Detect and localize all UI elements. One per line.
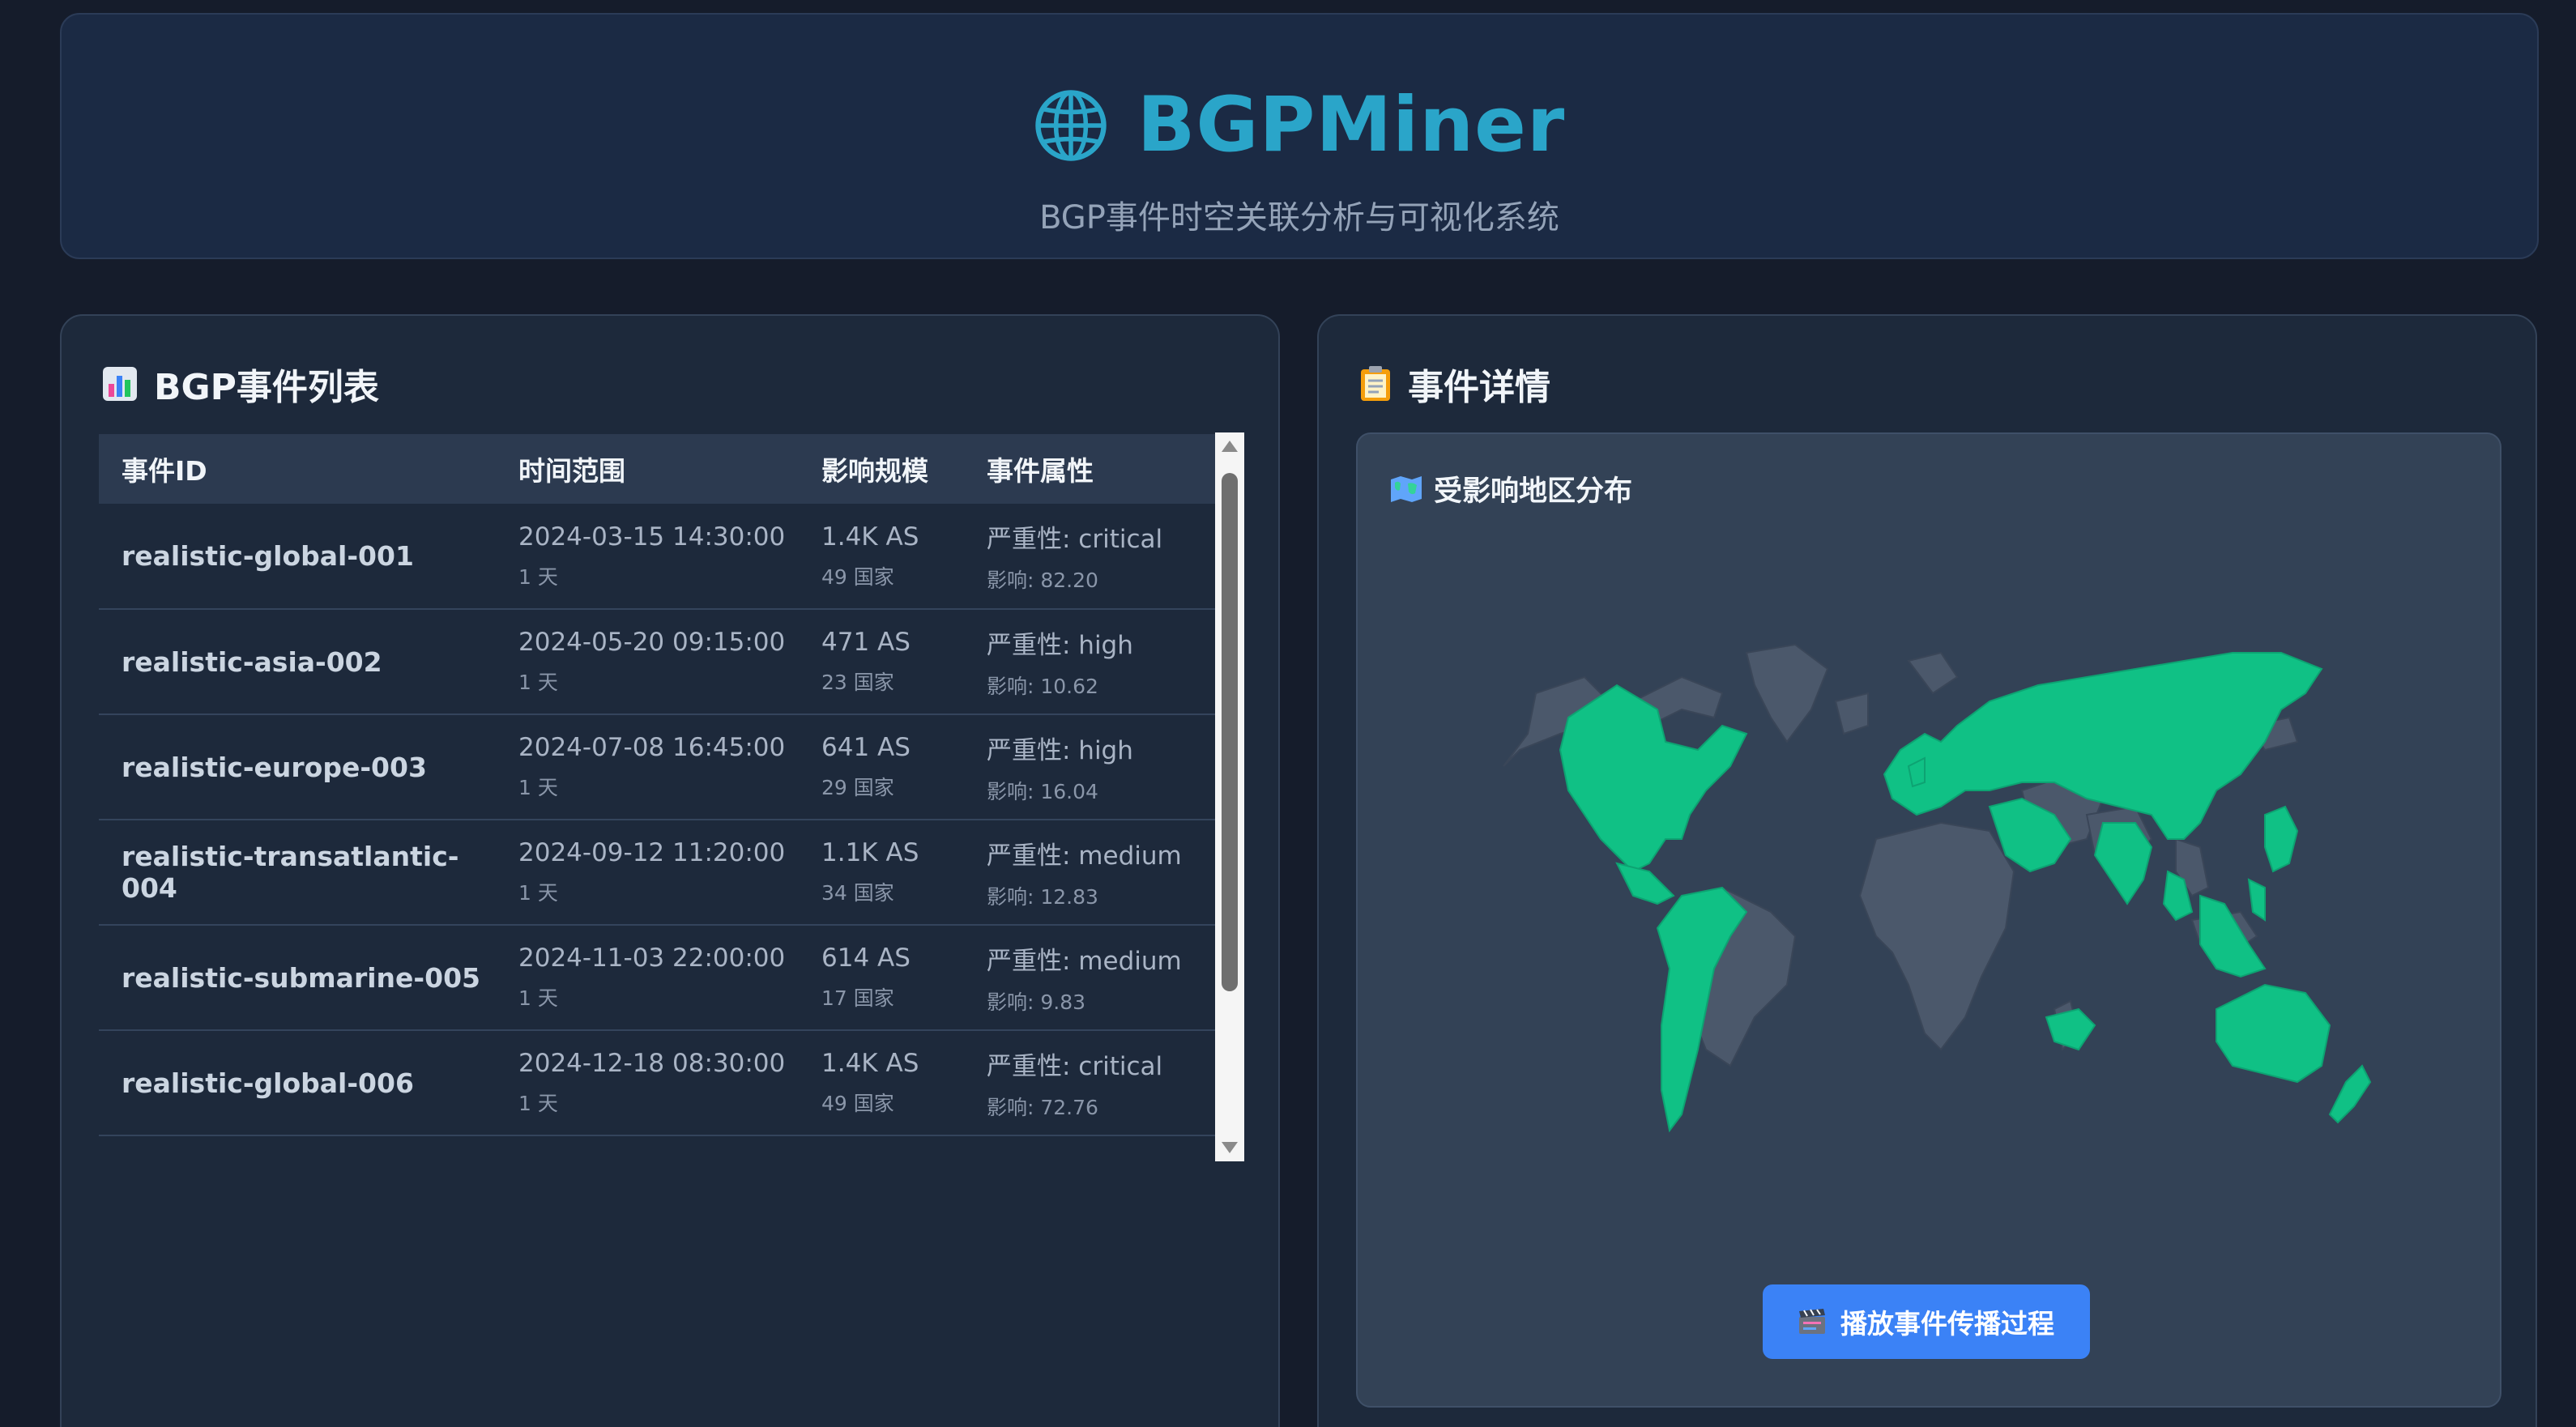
- event-list-title: BGP事件列表: [102, 358, 379, 410]
- event-id: realistic-submarine-005: [122, 961, 480, 994]
- event-country-count: 17 国家: [821, 986, 894, 1010]
- world-map-icon: [1391, 475, 1422, 502]
- event-severity: 严重性: medium: [987, 841, 1182, 871]
- event-id: realistic-transatlantic-004: [122, 841, 459, 904]
- globe-icon: [1035, 89, 1107, 161]
- event-time: 2024-12-18 08:30:00: [518, 1049, 786, 1078]
- event-country-count: 29 国家: [821, 776, 894, 799]
- table-header-row: 事件ID 时间范围 影响规模 事件属性: [99, 434, 1223, 504]
- event-id: realistic-global-006: [122, 1067, 414, 1099]
- table-row[interactable]: realistic-global-001 2024-03-15 14:30:00…: [99, 504, 1223, 609]
- table-row[interactable]: realistic-europe-003 2024-07-08 16:45:00…: [99, 714, 1223, 820]
- event-impact: 影响: 10.62: [987, 674, 1098, 698]
- table-row[interactable]: realistic-submarine-005 2024-11-03 22:00…: [99, 925, 1223, 1030]
- event-as-count: 614 AS: [821, 944, 911, 973]
- event-impact: 影响: 16.04: [987, 779, 1098, 803]
- table-row[interactable]: realistic-asia-002 2024-05-20 09:15:00 1 …: [99, 609, 1223, 714]
- event-country-count: 34 国家: [821, 881, 894, 905]
- event-id: realistic-asia-002: [122, 645, 382, 678]
- event-duration: 1 天: [518, 671, 558, 694]
- scrollbar-thumb[interactable]: [1222, 473, 1238, 991]
- clapperboard-icon: [1799, 1309, 1825, 1334]
- event-table-container[interactable]: 事件ID 时间范围 影响规模 事件属性 realistic-global-001…: [99, 434, 1223, 1155]
- event-id: realistic-global-001: [122, 540, 414, 572]
- event-severity: 严重性: medium: [987, 946, 1182, 976]
- app-header: BGPMiner BGP事件时空关联分析与可视化系统: [60, 13, 2539, 259]
- event-time: 2024-09-12 11:20:00: [518, 838, 786, 867]
- event-time: 2024-03-15 14:30:00: [518, 522, 786, 552]
- event-duration: 1 天: [518, 776, 558, 799]
- play-propagation-button[interactable]: 播放事件传播过程: [1763, 1284, 2090, 1359]
- event-detail-title-text: 事件详情: [1408, 367, 1550, 408]
- event-impact: 影响: 72.76: [987, 1095, 1098, 1119]
- world-map[interactable]: [1487, 628, 2378, 1163]
- clipboard-icon: [1361, 366, 1390, 401]
- event-country-count: 49 国家: [821, 1092, 894, 1115]
- event-country-count: 49 国家: [821, 564, 894, 589]
- column-header-attributes[interactable]: 事件属性: [964, 434, 1223, 504]
- event-as-count: 471 AS: [821, 628, 911, 657]
- event-time: 2024-07-08 16:45:00: [518, 733, 786, 762]
- event-severity: 严重性: high: [987, 630, 1133, 660]
- event-duration: 1 天: [518, 564, 558, 589]
- event-detail-title: 事件详情: [1359, 358, 1550, 410]
- map-title: 受影响地区分布: [1390, 468, 1632, 509]
- event-as-count: 641 AS: [821, 733, 911, 762]
- event-as-count: 1.1K AS: [821, 838, 919, 867]
- column-header-scale[interactable]: 影响规模: [799, 434, 964, 504]
- table-row[interactable]: realistic-global-006 2024-12-18 08:30:00…: [99, 1030, 1223, 1135]
- column-header-time[interactable]: 时间范围: [496, 434, 799, 504]
- event-impact: 影响: 82.20: [987, 569, 1098, 592]
- event-table: 事件ID 时间范围 影响规模 事件属性 realistic-global-001…: [99, 434, 1223, 1136]
- bar-chart-icon: [103, 367, 137, 401]
- map-title-text: 受影响地区分布: [1434, 475, 1633, 508]
- affected-region-card: 受影响地区分布 播放事件传播过程: [1356, 432, 2501, 1408]
- event-impact: 影响: 9.83: [987, 990, 1086, 1014]
- scroll-down-arrow-icon[interactable]: [1222, 1142, 1238, 1153]
- event-time: 2024-11-03 22:00:00: [518, 944, 786, 973]
- table-row[interactable]: realistic-transatlantic-004 2024-09-12 1…: [99, 820, 1223, 925]
- event-severity: 严重性: high: [987, 735, 1133, 765]
- event-impact: 影响: 12.83: [987, 884, 1098, 909]
- event-list-panel: BGP事件列表 事件ID 时间范围 影响规模 事件属性 realistic-gl…: [60, 314, 1280, 1427]
- event-duration: 1 天: [518, 986, 558, 1010]
- event-duration: 1 天: [518, 881, 558, 905]
- event-duration: 1 天: [518, 1092, 558, 1115]
- event-id: realistic-europe-003: [122, 751, 427, 783]
- event-list-title-text: BGP事件列表: [154, 367, 379, 408]
- app-title: BGPMiner: [1137, 81, 1566, 169]
- event-country-count: 23 国家: [821, 671, 894, 694]
- app-subtitle: BGP事件时空关联分析与可视化系统: [1039, 199, 1559, 236]
- table-scrollbar[interactable]: [1215, 432, 1244, 1161]
- event-time: 2024-05-20 09:15:00: [518, 628, 786, 657]
- event-as-count: 1.4K AS: [821, 1049, 919, 1078]
- event-severity: 严重性: critical: [987, 1051, 1163, 1081]
- event-as-count: 1.4K AS: [821, 522, 919, 552]
- play-button-label: 播放事件传播过程: [1840, 1308, 2054, 1340]
- event-detail-panel: 事件详情 受影响地区分布 播放事件传播过程: [1317, 314, 2537, 1427]
- event-severity: 严重性: critical: [987, 525, 1163, 554]
- scroll-up-arrow-icon[interactable]: [1222, 441, 1238, 452]
- column-header-id[interactable]: 事件ID: [99, 434, 496, 504]
- brand: BGPMiner: [62, 81, 2537, 169]
